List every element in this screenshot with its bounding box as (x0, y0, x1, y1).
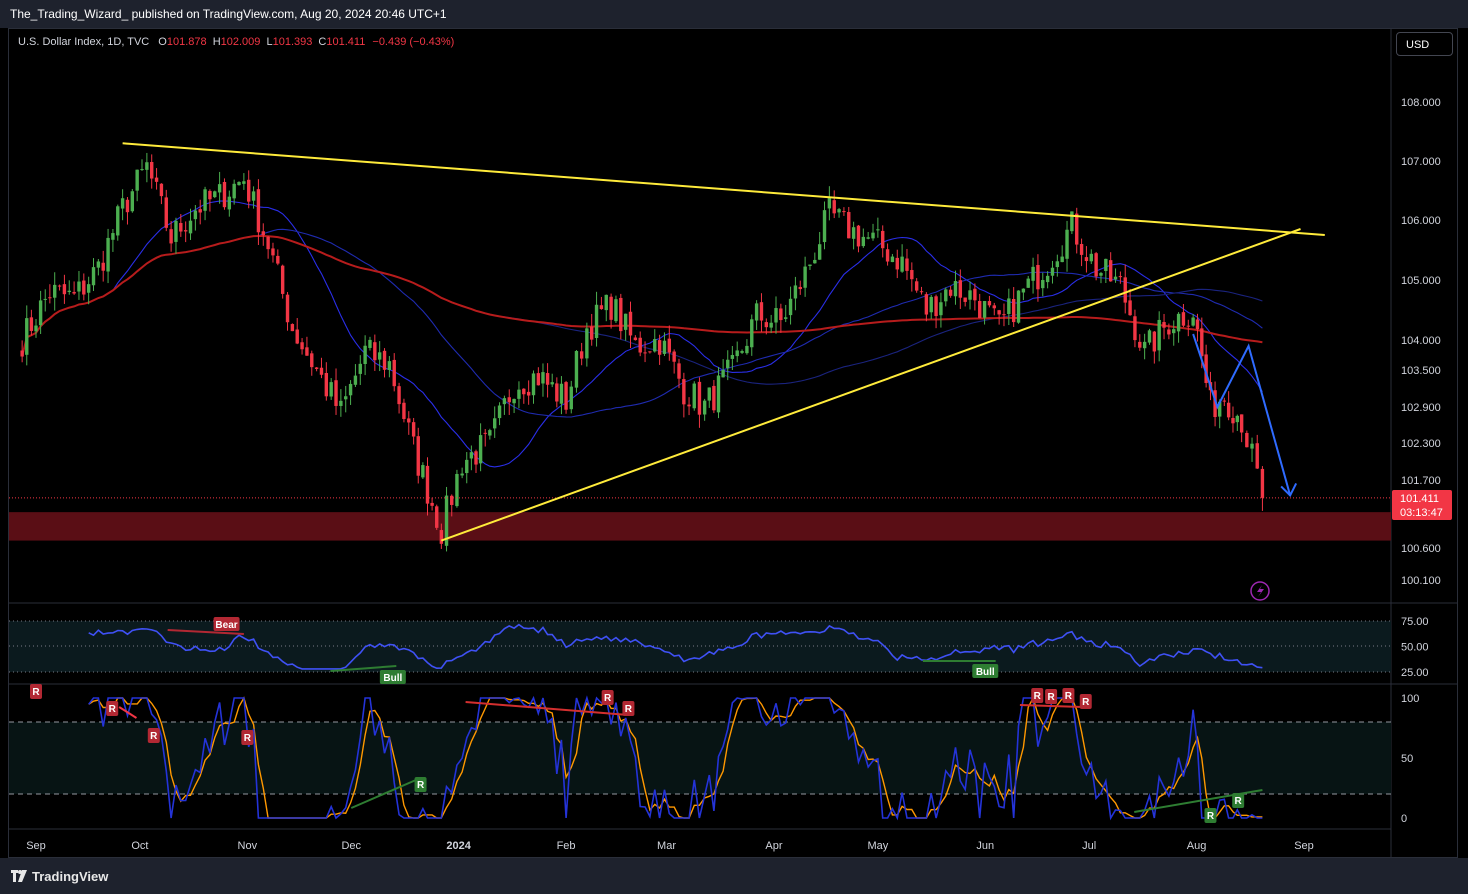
legend-symbol: U.S. Dollar Index, 1D, TVC (18, 36, 150, 48)
legend-open-value: 101.878 (166, 36, 207, 48)
currency-button[interactable]: USD (1396, 32, 1453, 56)
tradingview-logo-icon (11, 870, 27, 882)
symbol-legend: U.S. Dollar Index, 1D, TVC O101.878 H102… (18, 36, 454, 48)
tradingview-logo[interactable]: TradingView (11, 869, 108, 884)
legend-open-label: O (158, 36, 167, 48)
legend-change: −0.439 (−0.43%) (372, 36, 455, 48)
legend-high-label: H (212, 36, 221, 48)
tradingview-logo-text: TradingView (32, 869, 109, 884)
publisher-info: The_Trading_Wizard_ published on Trading… (10, 7, 447, 21)
legend-close-value: 101.411 (326, 36, 366, 48)
legend-high-value: 102.009 (220, 36, 261, 48)
chart-frame[interactable] (8, 28, 1458, 858)
legend-low-value: 101.393 (272, 36, 313, 48)
bottom-bar (0, 858, 1468, 894)
